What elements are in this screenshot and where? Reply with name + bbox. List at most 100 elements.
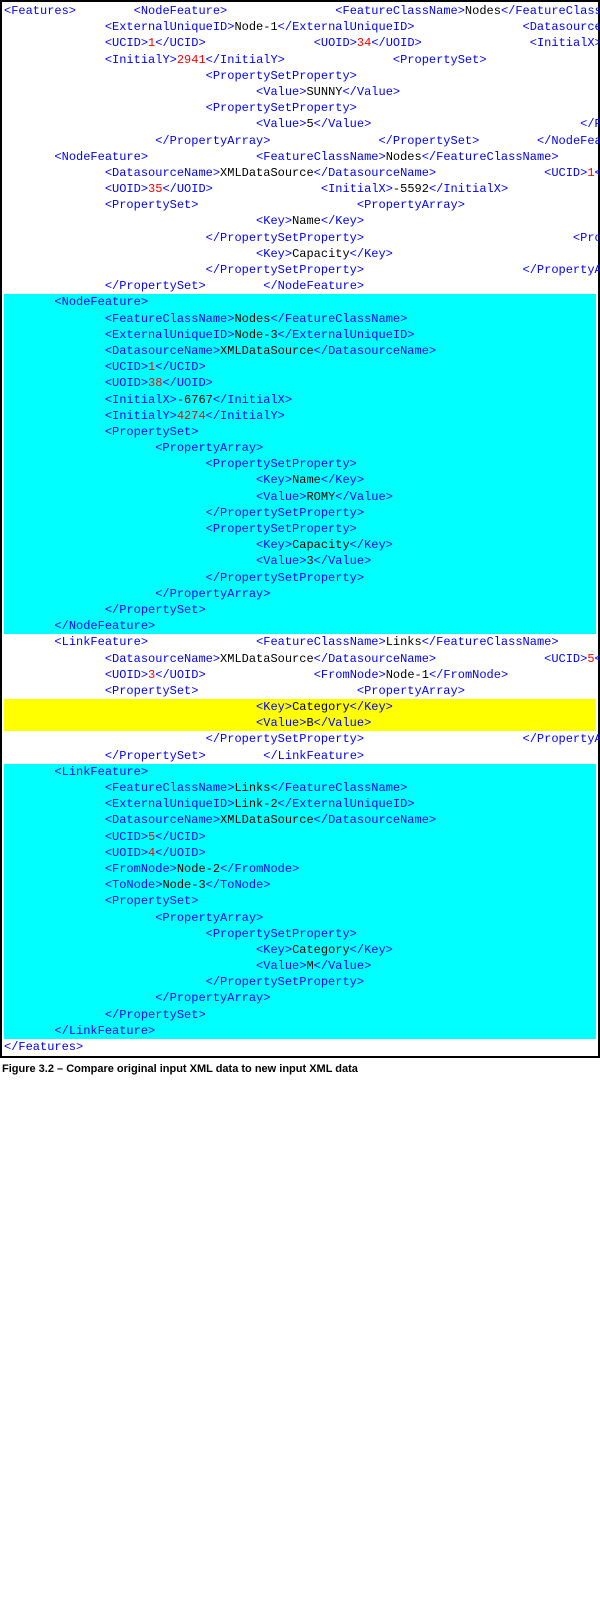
code-line: <PropertySet> [292,53,486,67]
code-line: <InitialY>4274</InitialY> [4,408,596,424]
code-line: </PropertySet> [4,279,206,293]
code-line: <Key>Category</Key> [4,699,596,715]
code-line: <PropertySetProperty> [4,456,596,472]
code-line: <UOID>38</UOID> [4,375,596,391]
figure-caption: Figure 3.2 – Compare original input XML … [0,1058,600,1081]
code-line: <ExternalUniqueID>Link-1</ExternalUnique… [566,635,600,649]
code-line: <Value>5</Value> [4,117,371,131]
code-line: <PropertySetProperty> [371,231,600,245]
code-line: <UCID>5</UCID> [443,652,600,666]
code-line: <PropertySet> [4,893,596,909]
code-line: <DatasourceName>XMLDataSource</Datasourc… [4,166,436,180]
code-line: </PropertySetProperty> [4,231,364,245]
code-line: </PropertySet> [4,602,596,618]
code-line: <ToNode>Node-2</ToNode> [515,668,600,682]
code-line: <InitialX>-5366</InitialX> [429,36,600,50]
code-line: <UOID>3</UOID> [4,668,206,682]
code-line: <UCID>5</UCID> [4,829,596,845]
code-line: <UCID>1</UCID> [4,36,206,50]
code-line: <Key>Category</Key> [4,942,596,958]
code-line: </PropertySetProperty> [4,974,596,990]
code-line: <FromNode>Node-1</FromNode> [213,668,508,682]
code-line: </PropertyArray> [4,990,596,1006]
code-line: </LinkFeature> [213,749,364,763]
code-line: </PropertySetProperty> [4,505,596,521]
code-line: <ToNode>Node-3</ToNode> [4,877,596,893]
code-line: <PropertyArray> [4,440,596,456]
code-line: <PropertySetProperty> [4,101,357,115]
code-line: <Key>Name</Key> [4,214,364,228]
code-line: <FeatureClassName>Links</FeatureClassNam… [4,780,596,796]
code-line: </PropertySet> [278,134,480,148]
code-line: <LinkFeature> [4,764,596,780]
code-line: </PropertySetProperty> [4,732,364,746]
code-line: <ExternalUniqueID>Node-1</ExternalUnique… [4,20,415,34]
code-line: <PropertySet> [4,684,198,698]
code-line: <PropertySetProperty> [4,521,596,537]
code-line: <UOID>34</UOID> [213,36,422,50]
code-line: <PropertySetProperty> [472,684,600,698]
code-line: <Features> [4,4,76,18]
code-line: <PropertyArray> [4,910,596,926]
code-line: <PropertySetProperty> [4,69,357,83]
code-line: <FeatureClassName>Nodes</FeatureClassNam… [4,311,596,327]
code-line: <NodeFeature> [4,150,148,164]
code-line: </PropertySetProperty> [378,117,600,131]
code-line: </PropertySetProperty> [4,263,364,277]
code-line: <InitialY>2941</InitialY> [4,53,285,67]
code-line: <Value>B</Value> [4,715,596,731]
code-line: <PropertySet> [4,424,596,440]
code-line: <DatasourceName>XMLDataSource</Datasourc… [4,652,436,666]
code-line: </PropertySet> [4,1007,596,1023]
code-line: <UCID>1</UCID> [4,359,596,375]
code-line: <PropertyArray> [494,53,600,67]
code-line: <Value>3</Value> [4,553,596,569]
code-line: <Value>M</Value> [4,958,596,974]
code-line: </PropertyArray> [4,586,596,602]
code-line: <ExternalUniqueID>Node-3</ExternalUnique… [4,327,596,343]
code-line: <PropertySet> [4,198,198,212]
code-line: </PropertySet> [4,749,206,763]
code-line: <DatasourceName>XMLDataSource</Datasourc… [4,812,596,828]
code-line: <FeatureClassName>Nodes</FeatureClassNam… [155,150,558,164]
code-line: <PropertyArray> [206,198,465,212]
code-line: <FeatureClassName>Nodes</FeatureClassNam… [234,4,600,18]
code-line: <Key>Capacity</Key> [364,101,600,115]
code-line: <PropertySetProperty> [4,926,596,942]
xml-code-block: <Features> <NodeFeature> <FeatureClassNa… [0,0,600,1058]
code-line: </PropertySetProperty> [4,570,596,586]
code-line: <UOID>35</UOID> [4,182,213,196]
code-line: <PropertySetProperty> [472,198,600,212]
code-line: <InitialX>-5592</InitialX> [220,182,508,196]
code-line: <ExternalUniqueID>Link-2</ExternalUnique… [4,796,596,812]
code-line: </LinkFeature> [4,1023,596,1039]
code-line: </PropertyArray> [371,263,600,277]
code-line: <DatasourceName>XMLDataSource</Datasourc… [422,20,600,34]
code-line: <Value>WALLEE</Value> [371,214,600,228]
code-line: <Key>Capacity</Key> [4,247,393,261]
code-line: <DatasourceName>XMLDataSource</Datasourc… [4,343,596,359]
code-line: <Key>Capacity</Key> [4,537,596,553]
code-line: <Key>Name</Key> [4,472,596,488]
code-line: </Features> [4,1040,83,1054]
code-line: <UOID>4</UOID> [4,845,596,861]
code-line: </NodeFeature> [4,618,596,634]
code-line: </NodeFeature> [487,134,600,148]
code-line: </NodeFeature> [213,279,364,293]
code-line: <InitialX>-6767</InitialX> [4,392,596,408]
xml-diff-figure: <Features> <NodeFeature> <FeatureClassNa… [0,0,600,1081]
code-line: <NodeFeature> [4,294,596,310]
code-line: </PropertyArray> [4,134,270,148]
code-line: <InitialY>4128</InitialY> [515,182,600,196]
code-line: <Value>8</Value> [400,247,600,261]
code-line: <Value>ROMY</Value> [4,489,596,505]
code-line: </PropertyArray> [371,732,600,746]
code-line: <LinkFeature> [4,635,148,649]
code-line: <PropertyArray> [206,684,465,698]
code-line: <UCID>1</UCID> [443,166,600,180]
code-line: <Key>Name</Key> [364,69,600,83]
code-line: <ExternalUniqueID>Node-2</ExternalUnique… [566,150,600,164]
code-line: <Value>SUNNY</Value> [4,85,400,99]
code-line: <FeatureClassName>Links</FeatureClassNam… [155,635,558,649]
code-line: <NodeFeature> [83,4,227,18]
